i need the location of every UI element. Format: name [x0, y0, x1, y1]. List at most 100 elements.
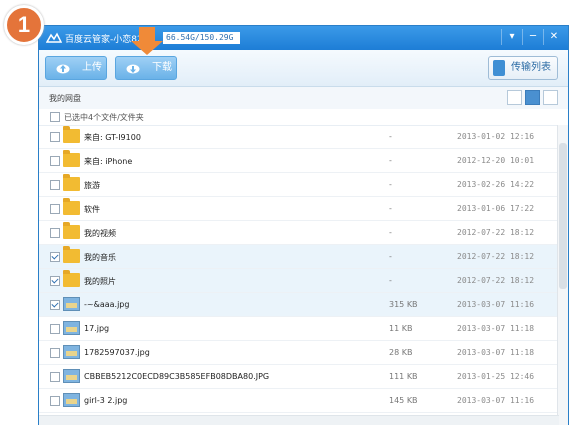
file-checkbox[interactable] — [50, 276, 60, 286]
select-all-checkbox[interactable] — [50, 112, 60, 122]
upload-button[interactable]: 上传 — [45, 56, 107, 80]
file-checkbox[interactable] — [50, 156, 60, 166]
folder-icon — [63, 270, 80, 287]
file-checkbox[interactable] — [50, 372, 60, 382]
file-checkbox[interactable] — [50, 180, 60, 190]
upload-label: 上传 — [82, 62, 102, 73]
file-row[interactable]: CBBEB5212C0ECD89C3B585EFB08DBA80.JPG 111 … — [39, 365, 559, 389]
selection-bar: 已选中4个文件/文件夹 — [39, 109, 568, 126]
file-date: 2012-07-22 18:12 — [457, 252, 535, 261]
file-size: - — [389, 276, 392, 285]
file-date: 2013-02-26 14:22 — [457, 180, 535, 189]
file-row[interactable]: 17.jpg 11 KB 2013-03-07 11:18 — [39, 317, 559, 341]
download-button[interactable]: 下载 — [115, 56, 177, 80]
file-date: 2013-01-06 17:22 — [457, 204, 535, 213]
file-checkbox[interactable] — [50, 300, 60, 310]
file-date: 2013-01-02 12:16 — [457, 132, 535, 141]
toolbar: 上传 下载 传输列表 — [39, 50, 568, 87]
close-button[interactable]: ✕ — [543, 29, 564, 45]
file-date: 2013-03-07 11:18 — [457, 348, 535, 357]
file-size: - — [389, 180, 392, 189]
file-name[interactable]: 我的音乐 — [84, 252, 116, 263]
transfer-label: 传输列表 — [511, 62, 551, 73]
file-date: 2012-07-22 18:12 — [457, 276, 535, 285]
transfer-list-button[interactable]: 传输列表 — [488, 56, 558, 80]
file-name[interactable]: 1782597037.jpg — [84, 348, 150, 357]
file-date: 2012-07-22 18:12 — [457, 228, 535, 237]
folder-icon — [63, 126, 80, 143]
file-row[interactable]: 旅游 - 2013-02-26 14:22 — [39, 173, 559, 197]
breadcrumb[interactable]: 我的网盘 — [49, 93, 81, 104]
file-size: 315 KB — [389, 300, 418, 309]
folder-icon — [63, 246, 80, 263]
file-size: - — [389, 156, 392, 165]
file-size: 145 KB — [389, 396, 418, 405]
file-name[interactable]: -~&aaa.jpg — [84, 300, 129, 309]
horizontal-scrollbar[interactable] — [39, 415, 559, 425]
file-row[interactable]: 我的照片 - 2012-07-22 18:12 — [39, 269, 559, 293]
file-size: - — [389, 204, 392, 213]
file-date: 2013-03-07 11:16 — [457, 396, 535, 405]
file-name[interactable]: 我的视频 — [84, 228, 116, 239]
file-name[interactable]: CBBEB5212C0ECD89C3B585EFB08DBA80.JPG — [84, 372, 269, 381]
file-name[interactable]: girl-3 2.jpg — [84, 396, 127, 405]
file-name[interactable]: 软件 — [84, 204, 100, 215]
step-badge: 1 — [4, 5, 44, 45]
vertical-scrollbar[interactable] — [557, 125, 568, 425]
file-name[interactable]: 来自: iPhone — [84, 156, 132, 167]
file-size: - — [389, 228, 392, 237]
file-name[interactable]: 旅游 — [84, 180, 100, 191]
file-checkbox[interactable] — [50, 252, 60, 262]
folder-icon — [63, 198, 80, 215]
file-size: - — [389, 252, 392, 261]
file-row[interactable]: -~&aaa.jpg 315 KB 2013-03-07 11:16 — [39, 293, 559, 317]
file-date: 2012-12-20 10:01 — [457, 156, 535, 165]
file-name[interactable]: 我的照片 — [84, 276, 116, 287]
file-row[interactable]: 我的视频 - 2012-07-22 18:12 — [39, 221, 559, 245]
file-date: 2013-01-25 12:46 — [457, 372, 535, 381]
selection-count: 已选中4个文件/文件夹 — [64, 113, 144, 122]
grid-view-icon[interactable] — [543, 90, 558, 105]
menu-button[interactable]: ▾ — [501, 29, 522, 45]
arrow-down-icon — [131, 27, 163, 55]
minimize-button[interactable]: ─ — [522, 29, 543, 45]
file-name[interactable]: 来自: GT-I9100 — [84, 132, 141, 143]
image-file-icon — [63, 297, 80, 311]
file-row[interactable]: 软件 - 2013-01-06 17:22 — [39, 197, 559, 221]
file-checkbox[interactable] — [50, 324, 60, 334]
folder-icon — [63, 150, 80, 167]
title-bar: 百度云管家-小恋82 66.54G/150.29G ▾ ─ ✕ — [39, 26, 568, 50]
window-controls: ▾ ─ ✕ — [501, 29, 564, 45]
file-row[interactable]: girl-3 2.jpg 145 KB 2013-03-07 11:16 — [39, 389, 559, 413]
file-list: 来自: GT-I9100 - 2013-01-02 12:16 来自: iPhone -… — [39, 125, 559, 425]
breadcrumb-bar: 我的网盘 — [39, 87, 568, 110]
file-row[interactable]: 来自: GT-I9100 - 2013-01-02 12:16 — [39, 125, 559, 149]
file-size: - — [389, 132, 392, 141]
file-checkbox[interactable] — [50, 228, 60, 238]
file-checkbox[interactable] — [50, 204, 60, 214]
file-checkbox[interactable] — [50, 132, 60, 142]
file-size: 111 KB — [389, 372, 418, 381]
image-file-icon — [63, 321, 80, 335]
folder-icon — [63, 222, 80, 239]
file-row[interactable]: 来自: iPhone - 2012-12-20 10:01 — [39, 149, 559, 173]
file-row[interactable]: 1782597037.jpg 28 KB 2013-03-07 11:18 — [39, 341, 559, 365]
upload-cloud-icon — [56, 64, 70, 74]
file-size: 11 KB — [389, 324, 413, 333]
file-date: 2013-03-07 11:16 — [457, 300, 535, 309]
image-file-icon — [63, 393, 80, 407]
download-label: 下载 — [152, 62, 172, 73]
file-date: 2013-03-07 11:18 — [457, 324, 535, 333]
file-checkbox[interactable] — [50, 396, 60, 406]
app-window: 百度云管家-小恋82 66.54G/150.29G ▾ ─ ✕ 上传 下载 传输… — [38, 25, 569, 425]
transfer-icon — [493, 60, 505, 76]
image-file-icon — [63, 369, 80, 383]
refresh-icon[interactable] — [507, 90, 522, 105]
list-view-icon[interactable] — [525, 90, 540, 105]
file-checkbox[interactable] — [50, 348, 60, 358]
file-name[interactable]: 17.jpg — [84, 324, 109, 333]
download-cloud-icon — [126, 64, 140, 74]
scrollbar-thumb[interactable] — [559, 143, 567, 289]
file-row[interactable]: 我的音乐 - 2012-07-22 18:12 — [39, 245, 559, 269]
cloud-logo-icon — [46, 32, 62, 43]
